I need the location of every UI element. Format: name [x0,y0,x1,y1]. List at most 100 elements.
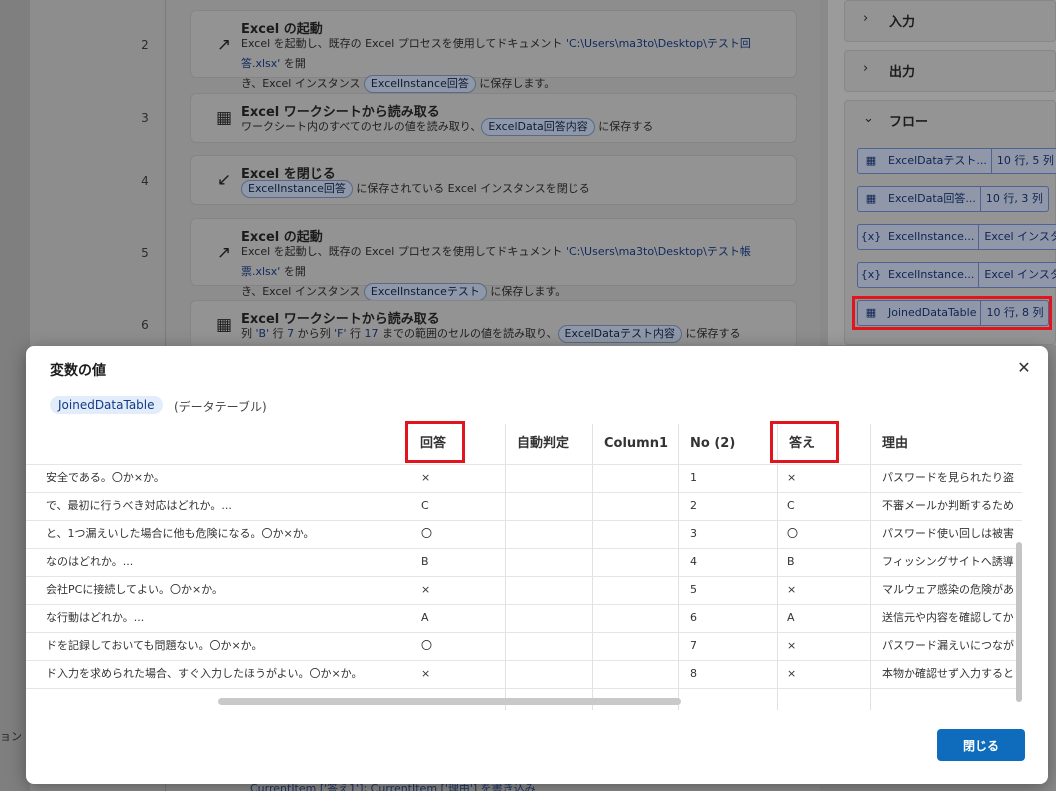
table-cell-reason: マルウェア感染の危険がある [882,583,1014,596]
table-cell-c1 [602,660,674,688]
table-cell-no: 4 [690,555,697,568]
variable-name: ExcelInstance... [884,263,980,287]
column-divider [592,424,593,710]
flow-step-excel-launch[interactable]: ↗ Excel の起動 Excel を起動し、既存の Excel プロセスを使用… [190,10,797,93]
table-cell-key: C [787,499,795,512]
desc-text: 行 [269,327,288,340]
desc-text: Excel を起動し、既存の Excel プロセスを使用してドキュメント [241,245,566,258]
variable-chip[interactable]: ExcelData回答内容 [481,118,595,136]
step-number: 4 [141,174,149,188]
highlight-box [852,296,1052,330]
flow-step-excel-read-2[interactable]: ▦ Excel ワークシートから読み取る 列 'B' 行 7 から列 'F' 行… [190,300,797,350]
table-cell-ans: C [421,499,429,512]
column-header-no2[interactable]: No (2) [680,424,778,464]
arrow-down-left-icon: ↙ [216,170,232,190]
arrow-up-right-icon: ↗ [216,35,232,55]
table-cell-c1 [602,576,674,604]
step-number: 5 [141,246,149,260]
column-header-auto-judge[interactable]: 自動判定 [507,424,593,464]
table-cell-no: 8 [690,667,697,680]
variable-value: Excel インスタンス [984,268,1056,281]
horizontal-scrollbar[interactable] [218,698,681,705]
variable-type: (データテーブル) [174,400,267,414]
table-cell-reason: パスワード漏えいにつながるた [882,639,1014,652]
table-cell-key: B [787,555,795,568]
highlight-box [405,421,465,463]
column-divider [505,424,506,710]
excel-read-icon: ▦ [215,108,233,128]
table-cell-ans: 〇 [421,639,432,652]
desc-text: を開 [280,57,306,70]
table-cell-ans: × [421,583,431,596]
table-cell-key: × [787,639,797,652]
table-cell-key: × [787,471,797,484]
step-description: Excel を起動し、既存の Excel プロセスを使用してドキュメント 'C:… [241,242,784,302]
table-cell-c1 [602,632,674,660]
desc-text: までの範囲のセルの値を読み取り、 [378,327,558,340]
variable-value: 10 行, 5 列 [996,154,1054,167]
table-cell-no: 2 [690,499,697,512]
flow-variable-item[interactable]: ▦ ExcelDataテスト... 10 行, 5 列 [857,148,1056,174]
row-divider [26,688,1022,689]
desc-text: 行 [346,327,365,340]
close-icon[interactable]: ✕ [1014,358,1034,378]
flow-variable-item[interactable]: ▦ ExcelData回答... 10 行, 3 列 [857,186,1049,212]
table-cell-q: で、最初に行うべき対応はどれか。... [46,499,232,512]
table-cell-ans: × [421,667,431,680]
table-cell-no: 1 [690,471,697,484]
table-cell-key: 〇 [787,527,798,540]
table-cell-auto [515,576,589,604]
table-cell-auto [515,548,589,576]
flow-variable-item[interactable]: {x} ExcelInstance... Excel インスタンス [857,224,1056,250]
step-description: ワークシート内のすべてのセルの値を読み取り、 ExcelData回答内容 に保存す… [241,117,784,137]
flow-variable-item[interactable]: {x} ExcelInstance... Excel インスタンス [857,262,1056,288]
variable-value-dialog: 変数の値 ✕ JoinedDataTable (データテーブル) 回答 自動判定… [26,346,1048,784]
desc-text: き、Excel インスタンス [241,77,364,90]
desc-text: に保存します。 [475,77,556,90]
table-cell-reason: 送信元や内容を確認してか [882,611,1014,624]
flow-step-excel-read[interactable]: ▦ Excel ワークシートから読み取る ワークシート内のすべてのセルの値を読み… [190,93,797,143]
table-cell-key: A [787,611,795,624]
left-nav-fragment: ョン [0,730,22,743]
flow-step-excel-close[interactable]: ↙ Excel を閉じる ExcelInstance回答 に保存されている Ex… [190,155,797,205]
desc-text: を開 [280,265,306,278]
section-input[interactable]: › 入力 [844,0,1056,42]
variable-name: ExcelDataテスト... [884,149,992,173]
chevron-right-icon: › [863,61,869,76]
step-number: 3 [141,111,149,125]
variable-chip[interactable]: ExcelInstance回答 [363,75,476,93]
table-cell-reason: パスワード使い回しは被害拡 [882,527,1014,540]
section-label: フロー [889,115,929,130]
column-value: 'B' [255,327,270,340]
column-header-reason[interactable]: 理由 [872,424,1022,464]
step-description: 列 'B' 行 7 から列 'F' 行 17 までの範囲のセルの値を読み取り、 E… [241,324,784,344]
table-cell-no: 7 [690,639,697,652]
variable-name: ExcelInstance... [884,225,980,249]
variable-value: 10 行, 3 列 [985,192,1043,205]
table-cell-q: ド入力を求められた場合、すぐ入力したほうがよい。〇か×か。 [46,667,363,680]
section-output[interactable]: › 出力 [844,50,1056,92]
dialog-title: 変数の値 [50,363,106,379]
desc-text: に保存する [681,327,741,340]
table-cell-q: ドを記録しておいても問題ない。〇か×か。 [46,639,263,652]
variable-chip[interactable]: ExcelInstanceテスト [363,283,487,301]
vertical-scrollbar[interactable] [1016,542,1022,702]
table-cell-c1 [602,492,674,520]
variable-chip[interactable]: ExcelDataテスト内容 [557,325,682,343]
table-cell-auto [515,520,589,548]
variable-chip[interactable]: ExcelInstance回答 [241,180,353,198]
table-cell-c1 [602,604,674,632]
highlight-box [770,421,839,463]
column-divider [870,424,871,710]
excel-read-icon: ▦ [215,315,233,335]
close-button[interactable]: 閉じる [937,729,1025,761]
flow-step-excel-launch-2[interactable]: ↗ Excel の起動 Excel を起動し、既存の Excel プロセスを使用… [190,218,797,301]
step-description: ExcelInstance回答 に保存されている Excel インスタンスを閉じ… [241,179,784,199]
table-cell-ans: × [421,471,431,484]
step-number: 2 [141,38,149,52]
table-cell-key: × [787,667,797,680]
desc-text: 列 [241,327,256,340]
desc-text: に保存されている Excel インスタンスを閉じる [352,182,590,195]
column-header-column1[interactable]: Column1 [594,424,678,464]
table-cell-reason: 本物か確認せず入力すると [882,667,1014,680]
